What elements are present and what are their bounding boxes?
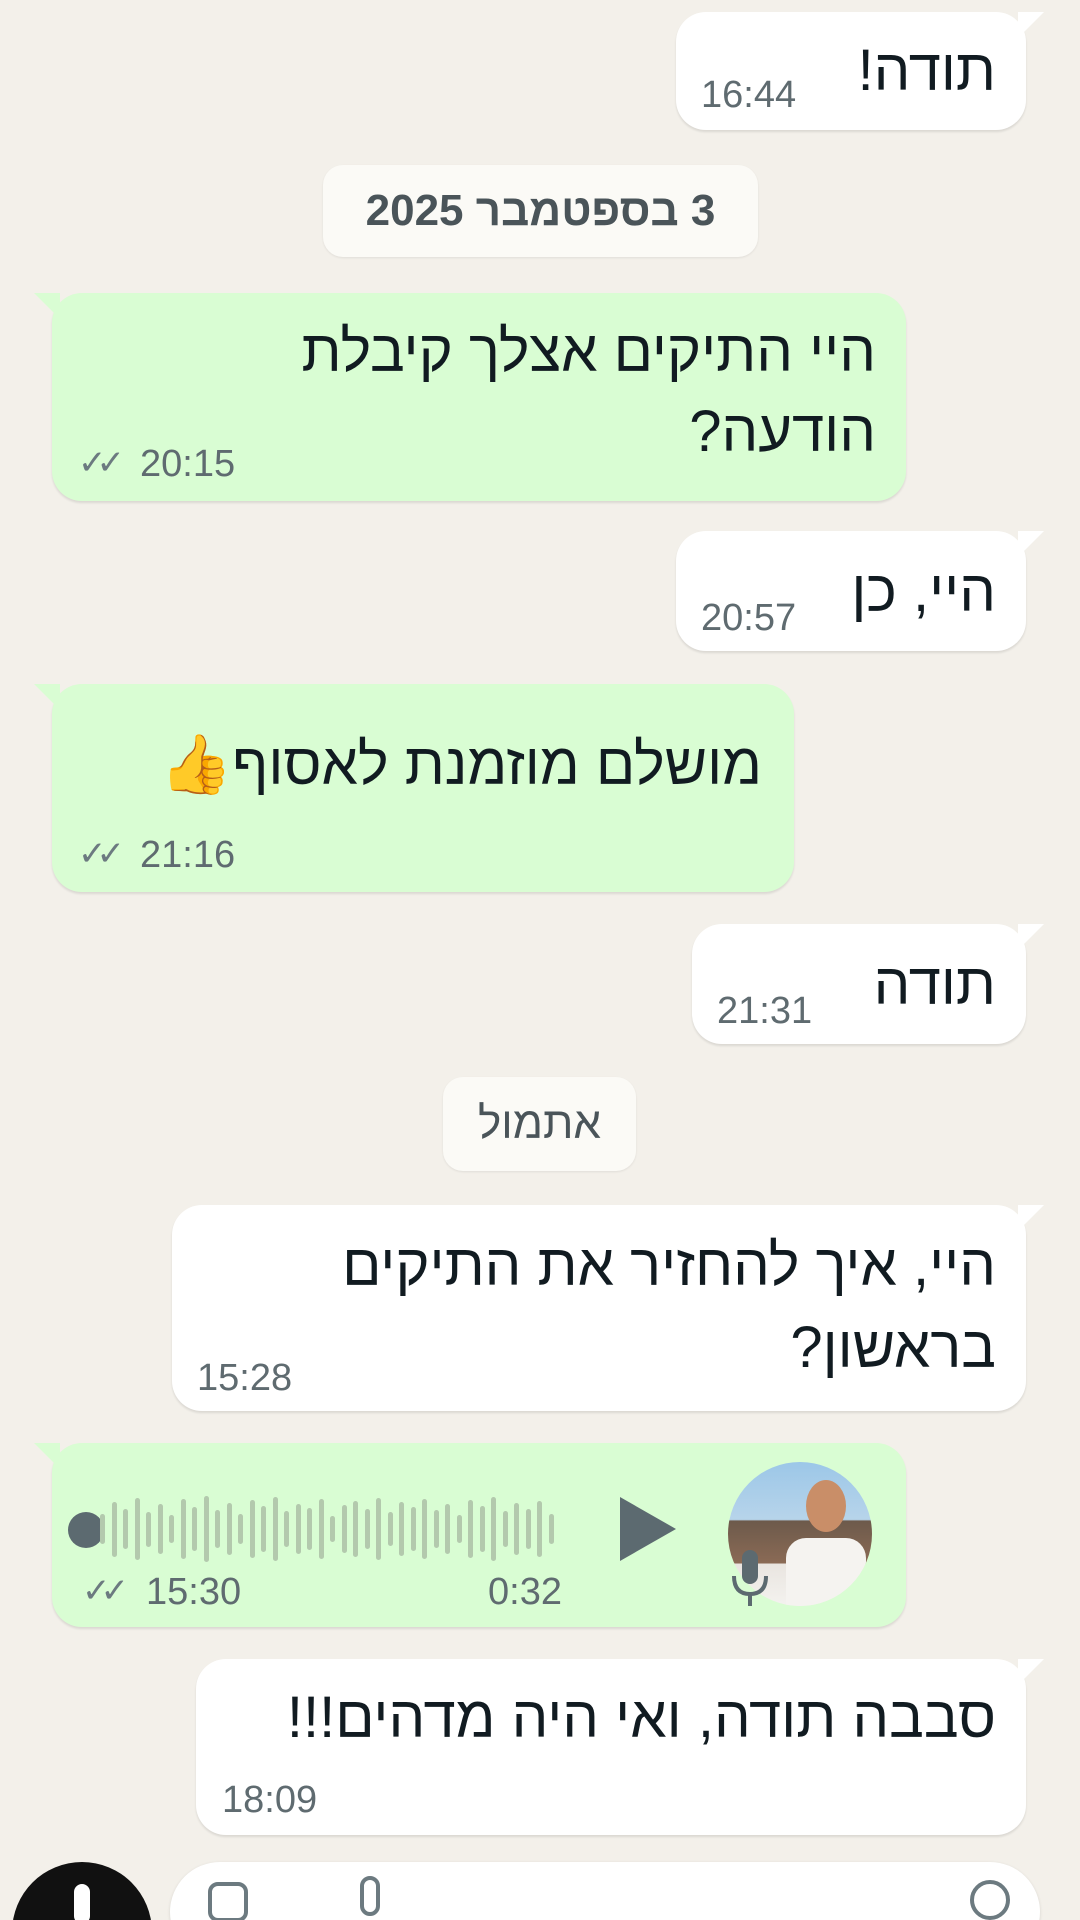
waveform-bar [525,1509,531,1549]
avatar-face [806,1480,846,1532]
message-time: 20:15 [140,443,236,485]
read-receipt-icon: ✓✓ [78,835,125,873]
message-text-line2: הודעה? [689,399,876,464]
waveform-bar [376,1498,381,1560]
waveform-bar [364,1509,370,1549]
message-text: סבבה תודה, ואי היה מדהים!!! [286,1685,996,1750]
message-time: 15:28 [197,1357,293,1399]
waveform-bar [203,1496,209,1562]
message-text-line1: היי, איך להחזיר את התיקים [342,1233,996,1298]
chat-area: תודה! 16:44 3 בספטמבר 2025 היי התיקים אצ… [0,0,1080,1920]
message-text-line2: בראשון? [790,1315,996,1380]
message-bubble-incoming[interactable]: תודה 21:31 [692,924,1044,1044]
waveform-bar [387,1512,393,1546]
message-time: 16:44 [701,74,797,116]
attach-icon[interactable] [360,1876,380,1916]
avatar-shirt [786,1538,866,1606]
waveform-bar [169,1515,174,1543]
voice-seek-handle[interactable] [68,1512,104,1548]
waveform-bar [479,1506,485,1552]
waveform-bar [295,1504,301,1554]
message-bubble-incoming[interactable]: סבבה תודה, ואי היה מדהים!!! 18:09 [196,1659,1044,1835]
waveform-bar [491,1497,496,1561]
message-text-body: מושלם מוזמנת לאסוף [232,732,762,797]
message-input[interactable] [170,1862,1040,1920]
waveform-bar [146,1511,151,1547]
message-text-line1: היי התיקים אצלך קיבלת [301,319,876,384]
message-text: תודה! [857,38,996,103]
date-separator: 3 בספטמבר 2025 [323,165,758,257]
waveform-bar [548,1514,554,1544]
mic-record-button[interactable] [12,1862,152,1920]
waveform-bar [111,1501,117,1557]
date-separator: אתמול [443,1077,636,1171]
message-text: תודה [873,952,996,1017]
waveform-bar [399,1502,404,1556]
waveform-bar [353,1501,358,1557]
microphone-icon [732,1550,768,1606]
message-time: 21:31 [717,990,813,1032]
waveform-bar [445,1504,450,1554]
message-time: 20:57 [701,597,797,639]
message-text: מושלם מוזמנת לאסוף👍 [160,726,762,804]
camera-icon[interactable] [208,1882,248,1920]
message-bubble-incoming[interactable]: תודה! 16:44 [676,12,1044,130]
voice-duration: 0:32 [488,1571,562,1613]
microphone-icon [74,1884,90,1920]
waveform-bar [272,1497,278,1561]
waveform-bar [330,1516,335,1542]
waveform-bar [249,1500,255,1558]
waveform-bar [422,1499,427,1559]
waveform-bar [410,1507,416,1551]
waveform-bar [261,1506,266,1552]
waveform-bar [537,1501,542,1557]
read-receipt-icon: ✓✓ [78,444,125,482]
waveform-bar [238,1514,243,1544]
waveform-bar [157,1504,163,1554]
play-icon[interactable] [620,1497,676,1561]
waveform-bar [456,1515,462,1543]
message-time: 21:16 [140,834,236,876]
waveform-bar [502,1511,508,1547]
waveform-bar [215,1510,220,1548]
waveform-bar [100,1514,105,1544]
message-time: 18:09 [222,1779,318,1821]
waveform-bar [341,1505,347,1553]
message-time: 15:30 [146,1571,242,1613]
waveform-bar [514,1503,519,1555]
waveform-bar [468,1500,473,1558]
message-bubble-incoming[interactable]: היי, כן 20:57 [676,531,1044,651]
waveform-bar [134,1498,140,1560]
message-bubble-outgoing[interactable]: היי התיקים אצלך קיבלת הודעה? ✓✓ 20:15 [34,293,906,501]
waveform-bar [318,1499,324,1559]
waveform-bar [226,1503,232,1555]
thumbs-up-icon: 👍 [160,732,233,797]
waveform-bar [433,1510,439,1548]
message-bubble-outgoing[interactable]: מושלם מוזמנת לאסוף👍 ✓✓ 21:16 [34,684,794,892]
waveform-bar [123,1509,128,1549]
waveform-bar [192,1507,197,1551]
message-text: היי, כן [851,559,996,624]
waveform-bar [307,1508,312,1550]
waveform-bar [284,1511,289,1547]
message-bubble-incoming[interactable]: היי, איך להחזיר את התיקים בראשון? 15:28 [172,1205,1044,1411]
voice-waveform[interactable] [100,1494,560,1564]
read-receipt-icon: ✓✓ [82,1572,129,1610]
waveform-bar [180,1499,186,1559]
emoji-icon[interactable] [970,1880,1010,1920]
